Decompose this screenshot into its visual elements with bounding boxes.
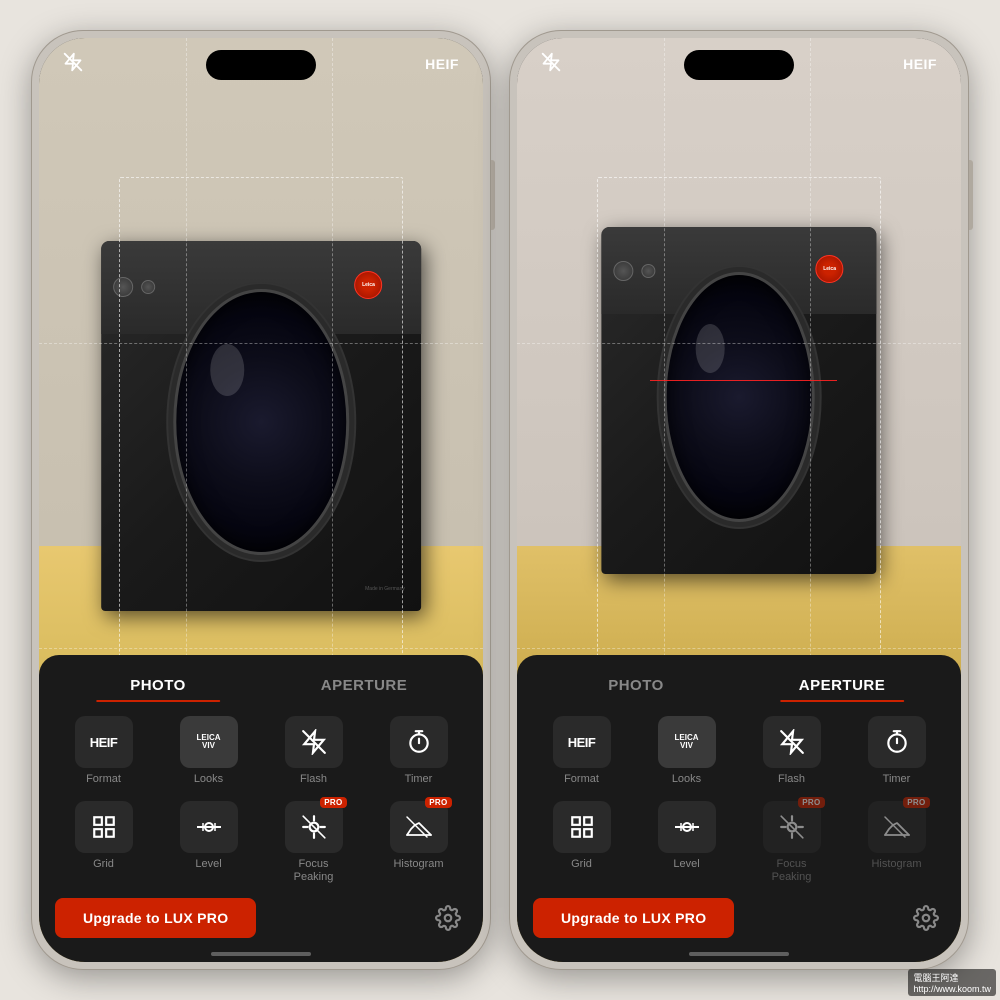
tab-photo-right[interactable]: PHOTO (533, 671, 739, 700)
ctrl-level-right[interactable]: Level (638, 801, 735, 884)
controls-grid-row2: Grid Level (55, 801, 467, 884)
pro-badge-histogram-right: PRO (903, 797, 929, 808)
ctrl-focus-peaking-right[interactable]: PRO FocusPeaking (743, 801, 840, 884)
controls-grid-row1-right: HEIF Format LEICAVIV Looks (533, 716, 945, 786)
controls-panel-left: PHOTO APERTURE HEIF Format (39, 655, 483, 962)
ctrl-timer[interactable]: Timer (370, 716, 467, 786)
format-label-text-right: Format (564, 773, 599, 786)
dynamic-island-right (684, 50, 794, 80)
ctrl-format[interactable]: HEIF Format (55, 716, 152, 786)
looks-label-text: Looks (194, 773, 223, 786)
timer-icon-box-right (868, 716, 926, 768)
grid-icon-box-right (553, 801, 611, 853)
tab-aperture[interactable]: APERTURE (261, 671, 467, 700)
focus-peaking-label-text-right: FocusPeaking (772, 858, 812, 884)
upgrade-button[interactable]: Upgrade to LUX PRO (55, 898, 256, 938)
level-icon-box (180, 801, 238, 853)
flash-off-icon (63, 52, 83, 75)
tab-row: PHOTO APERTURE (55, 671, 467, 700)
leica-viv-text-right: LEICAVIV (675, 734, 699, 752)
upgrade-button-right[interactable]: Upgrade to LUX PRO (533, 898, 734, 938)
watermark: 電腦王阿達 http://www.koom.tw (908, 969, 996, 996)
leica-viv-text: LEICAVIV (197, 734, 221, 752)
controls-panel-right: PHOTO APERTURE HEIF Format (517, 655, 961, 962)
ctrl-grid-right[interactable]: Grid (533, 801, 630, 884)
format-label-right: HEIF (903, 56, 937, 72)
ctrl-timer-right[interactable]: Timer (848, 716, 945, 786)
pro-badge-focus-right: PRO (798, 797, 824, 808)
camera-object-right: Leica (601, 112, 876, 574)
histogram-label-text: Histogram (393, 858, 443, 871)
tab-photo[interactable]: PHOTO (55, 671, 261, 700)
controls-grid-row2-right: Grid Level (533, 801, 945, 884)
ctrl-level[interactable]: Level (160, 801, 257, 884)
focus-peaking-icon-box-right: PRO (763, 801, 821, 853)
watermark-url: http://www.koom.tw (913, 984, 991, 994)
level-label-text: Level (195, 858, 221, 871)
focus-peaking-label-text: FocusPeaking (294, 858, 334, 884)
tab-aperture-right[interactable]: APERTURE (739, 671, 945, 700)
histogram-label-text-right: Histogram (871, 858, 921, 871)
settings-icon[interactable] (429, 899, 467, 937)
controls-grid-row1: HEIF Format LEICAVIV Looks (55, 716, 467, 786)
timer-label-text: Timer (405, 773, 433, 786)
timer-icon-box (390, 716, 448, 768)
looks-label-text-right: Looks (672, 773, 701, 786)
camera-object: Leica Made in Germany (101, 149, 421, 611)
bottom-row-left: Upgrade to LUX PRO (55, 898, 467, 938)
phone-right: HEIF Leica (509, 30, 969, 970)
format-label: HEIF (425, 56, 459, 72)
flash-off-icon-right (541, 52, 561, 75)
ctrl-flash-right[interactable]: Flash (743, 716, 840, 786)
phone-left: HEIF Leica Made (31, 30, 491, 970)
format-label-text: Format (86, 773, 121, 786)
bottom-row-right: Upgrade to LUX PRO (533, 898, 945, 938)
flash-label-text-right: Flash (778, 773, 805, 786)
home-indicator-right (689, 952, 789, 956)
flash-icon-box-right (763, 716, 821, 768)
histogram-icon-box: PRO (390, 801, 448, 853)
tab-row-right: PHOTO APERTURE (533, 671, 945, 700)
settings-icon-right[interactable] (907, 899, 945, 937)
timer-label-text-right: Timer (883, 773, 911, 786)
ctrl-grid[interactable]: Grid (55, 801, 152, 884)
focus-peaking-icon-box: PRO (285, 801, 343, 853)
ctrl-histogram[interactable]: PRO Histogram (370, 801, 467, 884)
flash-label-text: Flash (300, 773, 327, 786)
format-icon-box: HEIF (75, 716, 133, 768)
grid-label-text-right: Grid (571, 858, 592, 871)
watermark-site: 電腦王阿達 (913, 971, 991, 984)
format-icon-box-right: HEIF (553, 716, 611, 768)
ctrl-flash[interactable]: Flash (265, 716, 362, 786)
grid-label-text: Grid (93, 858, 114, 871)
histogram-icon-box-right: PRO (868, 801, 926, 853)
ctrl-looks-right[interactable]: LEICAVIV Looks (638, 716, 735, 786)
pro-badge-histogram: PRO (425, 797, 451, 808)
ctrl-histogram-right[interactable]: PRO Histogram (848, 801, 945, 884)
pro-badge-focus: PRO (320, 797, 346, 808)
ctrl-format-right[interactable]: HEIF Format (533, 716, 630, 786)
level-icon-box-right (658, 801, 716, 853)
dynamic-island (206, 50, 316, 80)
flash-icon-box (285, 716, 343, 768)
ctrl-focus-peaking[interactable]: PRO FocusPeaking (265, 801, 362, 884)
grid-icon-box (75, 801, 133, 853)
ctrl-looks[interactable]: LEICAVIV Looks (160, 716, 257, 786)
looks-icon-box-right: LEICAVIV (658, 716, 716, 768)
looks-icon-box: LEICAVIV (180, 716, 238, 768)
home-indicator (211, 952, 311, 956)
level-label-text-right: Level (673, 858, 699, 871)
